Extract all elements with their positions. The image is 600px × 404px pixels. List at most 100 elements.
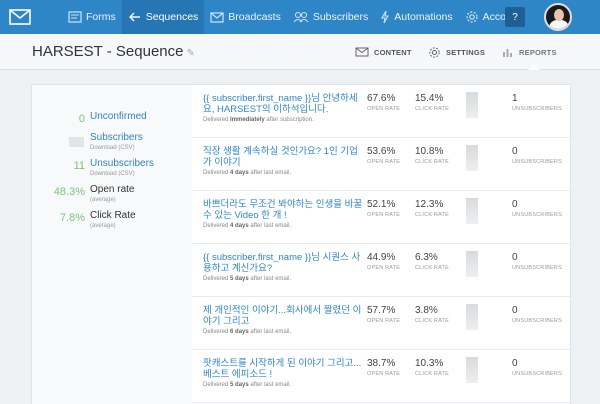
unsubscribers-value: 0	[512, 199, 518, 210]
unsubscribers-value: 0	[512, 358, 518, 369]
delivery-info: Delivered Immediately after subscription…	[203, 117, 314, 123]
delivery-suffix: after last email.	[250, 382, 292, 388]
unsubscribers-metric: 0 UNSUBSCRIBERS	[512, 305, 572, 324]
unsubscribers-value: 1	[512, 93, 518, 104]
delivery-when: 5 days	[230, 382, 249, 388]
page-title: HARSEST - Sequence ✎	[32, 43, 195, 60]
stat-value-placeholder	[69, 137, 84, 147]
tab-settings[interactable]: SETTINGS	[428, 34, 485, 70]
stat-label: Open rate (average)	[90, 184, 134, 204]
sparkline-placeholder	[466, 92, 478, 118]
email-title[interactable]: {{ subscriber.first_name }}님 시퀀스 사용하고 계신…	[203, 252, 363, 274]
delivery-info: Delivered 5 days after last email.	[203, 276, 291, 282]
help-button[interactable]: ?	[505, 7, 525, 27]
unsubscribers-metric: 0 UNSUBSCRIBERS	[512, 199, 572, 218]
nav-sequences-label: Sequences	[145, 11, 199, 23]
delivery-suffix: after last email.	[250, 276, 292, 282]
email-title[interactable]: 제 개인적인 이야기...회사에서 짤렸던 이야기 그리고	[203, 305, 363, 327]
delivery-when: 6 days	[230, 329, 249, 335]
delivery-prefix: Delivered	[203, 223, 229, 229]
nav-forms[interactable]: Forms	[62, 0, 122, 34]
sequences-icon	[128, 12, 140, 22]
stat-sub: (average)	[90, 223, 116, 229]
email-row: 직장 생활 계속하실 것인가요? 1인 기업가 이야기 Delivered 4 …	[192, 138, 572, 191]
nav-automations[interactable]: Automations	[374, 0, 458, 34]
delivery-when: Immediately	[230, 117, 265, 123]
sparkline-placeholder	[466, 251, 478, 277]
nav-automations-label: Automations	[394, 11, 453, 23]
stat-unsubscribers: 11 Unsubscribers Download (CSV)	[32, 157, 192, 181]
report-panel: 0 Unconfirmed Subscribers Download (CSV) …	[31, 84, 572, 404]
download-csv-link[interactable]: Download (CSV)	[90, 144, 143, 152]
stat-value: 7.8%	[59, 212, 85, 224]
stat-label[interactable]: Unconfirmed	[90, 111, 147, 123]
delivery-suffix: after last email.	[250, 170, 292, 176]
unsubscribers-label: UNSUBSCRIBERS	[512, 371, 562, 377]
delivery-suffix: after last email.	[250, 223, 292, 229]
stat-value: 0	[78, 113, 85, 125]
page-title-text: HARSEST - Sequence	[32, 43, 184, 60]
delivery-info: Delivered 6 days after last email.	[203, 329, 291, 335]
delivery-info: Delivered 5 days after last email.	[203, 382, 291, 388]
stat-value: 11	[73, 160, 85, 172]
delivery-suffix: after subscription.	[266, 117, 314, 123]
top-nav: Forms Sequences Broadcasts Subscribers A…	[0, 0, 600, 34]
unsubscribers-label: UNSUBSCRIBERS	[512, 159, 562, 165]
stat-label-text: Subscribers	[90, 132, 143, 143]
sparkline-placeholder	[466, 357, 478, 383]
unsubscribers-metric: 0 UNSUBSCRIBERS	[512, 358, 572, 377]
stat-sub: (average)	[90, 197, 116, 203]
sparkline-placeholder	[466, 145, 478, 171]
email-row: {{ subscriber.first_name }}님 시퀀스 사용하고 계신…	[192, 244, 572, 297]
delivery-when: 5 days	[230, 276, 249, 282]
delivery-suffix: after last email.	[250, 329, 292, 335]
nav-subscribers[interactable]: Subscribers	[287, 0, 374, 34]
nav-subscribers-label: Subscribers	[312, 11, 369, 23]
sparkline-placeholder	[466, 198, 478, 224]
delivery-prefix: Delivered	[203, 117, 229, 123]
download-csv-link[interactable]: Download (CSV)	[90, 170, 154, 178]
delivery-when: 4 days	[230, 170, 249, 176]
stat-click-rate: 7.8% Click Rate (average)	[32, 209, 192, 233]
email-row: 제 개인적인 이야기...회사에서 짤렸던 이야기 그리고 Delivered …	[192, 297, 572, 350]
stat-label[interactable]: Subscribers Download (CSV)	[90, 132, 143, 152]
lightning-icon	[381, 10, 390, 24]
tab-content[interactable]: CONTENT	[355, 34, 412, 70]
forms-icon	[68, 11, 82, 23]
delivery-prefix: Delivered	[203, 276, 229, 282]
stat-label-text: Unsubscribers	[90, 158, 154, 169]
sparkline-placeholder	[466, 304, 478, 330]
stat-label: Click Rate (average)	[90, 210, 136, 230]
stat-value: 48.3%	[53, 186, 85, 198]
unsubscribers-metric: 0 UNSUBSCRIBERS	[512, 146, 572, 165]
nav-broadcasts[interactable]: Broadcasts	[204, 0, 287, 34]
nav-sequences[interactable]: Sequences	[121, 0, 205, 34]
email-title[interactable]: {{ subscriber.first_name }}님 안녕하세요, HARS…	[203, 93, 363, 115]
tab-settings-label: SETTINGS	[446, 47, 486, 57]
delivery-prefix: Delivered	[203, 170, 229, 176]
stat-label[interactable]: Unsubscribers Download (CSV)	[90, 158, 154, 178]
delivery-when: 4 days	[230, 223, 249, 229]
edit-icon[interactable]: ✎	[186, 48, 194, 59]
users-icon	[293, 11, 309, 23]
stat-open-rate: 48.3% Open rate (average)	[32, 183, 192, 207]
delivery-info: Delivered 4 days after last email.	[203, 170, 291, 176]
logo-envelope-icon[interactable]	[0, 0, 40, 34]
email-title[interactable]: 직장 생활 계속하실 것인가요? 1인 기업가 이야기	[203, 146, 363, 168]
unsubscribers-label: UNSUBSCRIBERS	[512, 106, 562, 112]
active-tab-indicator	[528, 64, 540, 70]
bar-chart-icon	[503, 49, 512, 57]
unsubscribers-label: UNSUBSCRIBERS	[512, 212, 562, 218]
page-header: HARSEST - Sequence ✎ CONTENT SETTINGS REP…	[0, 34, 600, 70]
envelope-icon	[355, 47, 369, 57]
email-title[interactable]: 팟캐스트를 시작하게 된 이야기 그리고... 베스트 에피소드 !	[203, 358, 363, 380]
gear-icon	[429, 46, 440, 58]
email-title[interactable]: 바쁘더라도 무조건 봐야하는 인생을 바꿀 수 있는 Video 한 개 !	[203, 199, 363, 221]
unsubscribers-value: 0	[512, 146, 518, 157]
avatar[interactable]	[544, 3, 572, 31]
envelope-icon	[210, 11, 224, 23]
gear-icon	[466, 11, 478, 23]
unsubscribers-value: 0	[512, 252, 518, 263]
delivery-prefix: Delivered	[203, 382, 229, 388]
unsubscribers-value: 0	[512, 305, 518, 316]
